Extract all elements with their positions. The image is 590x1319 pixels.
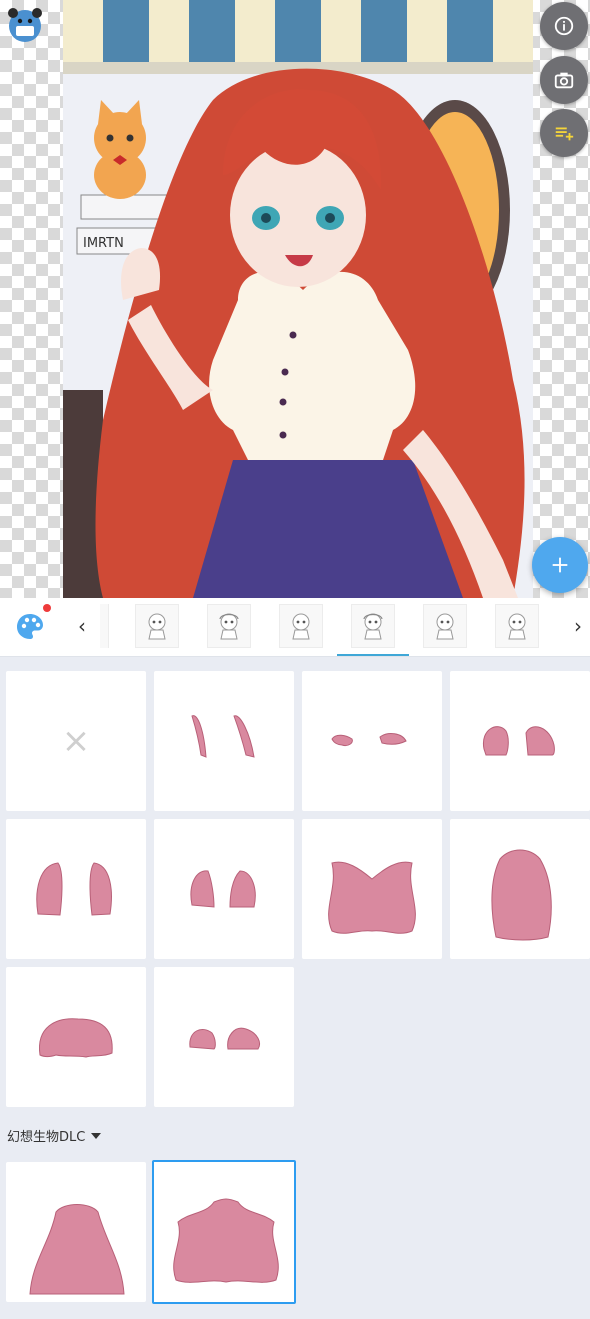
chibi-thumbnail-icon [148, 613, 166, 640]
book-title: IMRTN [83, 236, 124, 251]
hair-option-long-sides[interactable] [6, 819, 146, 959]
category-tab-6[interactable] [495, 604, 539, 648]
camera-button[interactable] [540, 56, 588, 104]
chibi-thumbnail-icon [436, 613, 454, 640]
category-tab-2[interactable] [207, 604, 251, 648]
category-tab-1[interactable] [135, 604, 179, 648]
dlc-section-toggle[interactable]: 幻想生物DLC [7, 1126, 102, 1145]
hair-option-long-straight-back[interactable] [450, 819, 590, 959]
hair-thumbnail [191, 715, 255, 758]
hair-option-short-bangs[interactable] [302, 671, 442, 811]
hair-thumbnail [331, 733, 407, 746]
caret-down-icon [91, 1132, 102, 1139]
character-preview[interactable]: IMRTN [0, 0, 590, 598]
curtain [63, 0, 533, 74]
category-tab-5[interactable] [423, 604, 467, 648]
plus-icon [552, 557, 568, 573]
selected-tab-indicator [337, 654, 409, 656]
hair-option-bob-sides[interactable] [450, 671, 590, 811]
hair-thumbnail [189, 1027, 260, 1050]
hair-thumbnail [29, 1204, 125, 1295]
category-tab-4[interactable] [351, 604, 395, 648]
palette-button[interactable] [14, 611, 46, 643]
next-category-button[interactable]: › [568, 614, 588, 638]
hair-thumbnail [491, 849, 552, 941]
hair-thumbnail [36, 862, 112, 916]
hair-option-short-locks[interactable] [154, 819, 294, 959]
chibi-thumbnail-icon [508, 613, 526, 640]
category-strip: ‹ › [0, 598, 590, 657]
chibi-thumbnail-icon [363, 613, 383, 640]
hair-thumbnail [190, 870, 256, 908]
playlist-add-icon [555, 127, 574, 141]
dlc-hair-option-curly-back-hair[interactable] [152, 1160, 296, 1304]
category-tab-3[interactable] [279, 604, 323, 648]
hair-option-short-back[interactable] [6, 967, 146, 1107]
chibi-thumbnail-icon [292, 613, 310, 640]
chibi-thumbnail-icon [219, 613, 239, 640]
notification-dot [43, 604, 51, 612]
palette-icon [17, 614, 43, 639]
hair-option-wavy-long-back[interactable] [302, 819, 442, 959]
hair-thumbnail [482, 726, 555, 756]
add-button[interactable] [532, 537, 588, 593]
remove-hair-tile[interactable]: × [6, 671, 146, 811]
info-button[interactable] [540, 2, 588, 50]
add-to-list-button[interactable] [540, 109, 588, 157]
close-icon: × [61, 721, 91, 761]
cat-figure [94, 100, 146, 199]
camera-icon [554, 72, 574, 89]
dlc-hair-option-straight-back-hair[interactable] [6, 1162, 146, 1302]
character-artwork: IMRTN [63, 0, 533, 598]
hair-option-small-buns[interactable] [154, 967, 294, 1107]
prev-category-button[interactable]: ‹ [72, 614, 92, 638]
hair-thumbnail [328, 861, 416, 934]
dlc-section-label: 幻想生物DLC [7, 1130, 86, 1145]
app-logo-icon[interactable] [6, 6, 44, 44]
info-icon [554, 16, 574, 36]
hair-option-side-locks[interactable] [154, 671, 294, 811]
hair-thumbnail [39, 1018, 113, 1058]
hair-thumbnail [173, 1198, 279, 1283]
